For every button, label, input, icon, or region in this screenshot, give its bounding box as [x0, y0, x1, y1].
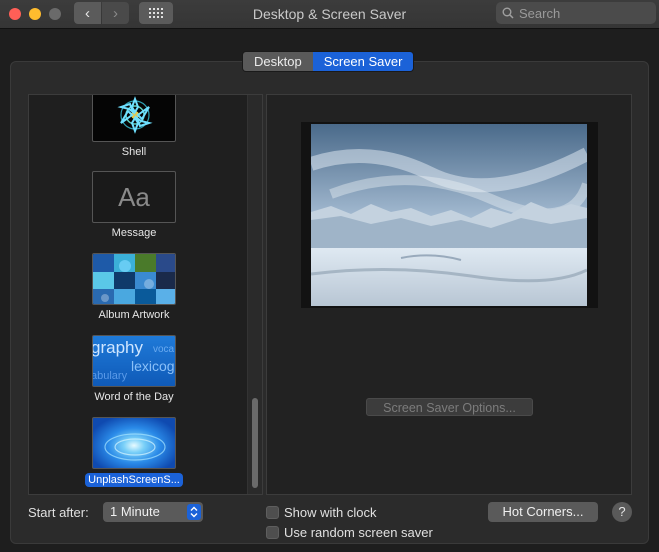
show-clock-label: Show with clock	[284, 505, 377, 520]
word-thumb-text: lexicog	[131, 358, 175, 374]
unsplash-thumbnail	[92, 417, 176, 469]
saver-label: Album Artwork	[98, 309, 170, 321]
message-thumbnail: Aa	[92, 171, 176, 223]
saver-label: Shell	[121, 146, 147, 158]
screen-saver-options-button[interactable]: Screen Saver Options...	[366, 398, 533, 416]
start-after-value: 1 Minute	[110, 504, 160, 519]
start-after-select[interactable]: 1 Minute	[103, 502, 203, 522]
saver-label: Message	[111, 227, 157, 239]
list-item-word-of-the-day[interactable]: graphy voca lexicog abulary Word of the …	[91, 335, 177, 403]
screen-saver-list[interactable]: Shell Aa Message Album Artwork graphy vo…	[28, 94, 263, 495]
message-thumb-text: Aa	[118, 181, 150, 212]
random-saver-checkbox[interactable]	[266, 526, 279, 539]
updown-arrows-icon	[187, 504, 201, 520]
album-artwork-thumbnail	[92, 253, 176, 305]
saver-label: Word of the Day	[94, 391, 174, 403]
tab-desktop[interactable]: Desktop	[243, 52, 313, 71]
hot-corners-button[interactable]: Hot Corners...	[488, 502, 598, 522]
show-clock-row[interactable]: Show with clock	[266, 505, 376, 520]
word-of-the-day-thumbnail: graphy voca lexicog abulary	[92, 335, 176, 387]
show-clock-checkbox[interactable]	[266, 506, 279, 519]
random-saver-label: Use random screen saver	[284, 525, 433, 540]
list-item-shell[interactable]: Shell	[91, 95, 177, 158]
list-item-album-artwork[interactable]: Album Artwork	[91, 253, 177, 321]
list-item-message[interactable]: Aa Message	[91, 171, 177, 239]
tab-screen-saver[interactable]: Screen Saver	[312, 52, 414, 71]
shell-thumbnail	[92, 95, 176, 142]
search-icon	[502, 7, 514, 19]
search-placeholder: Search	[519, 5, 561, 21]
preview-frame	[301, 122, 598, 308]
help-button[interactable]: ?	[612, 502, 632, 522]
search-field[interactable]: Search	[496, 2, 656, 24]
title-bar: ‹ › Desktop & Screen Saver Search	[0, 0, 659, 29]
random-saver-row[interactable]: Use random screen saver	[266, 525, 433, 540]
start-after-label: Start after:	[28, 505, 89, 520]
list-item-unsplash[interactable]: UnplashScreenS...	[81, 417, 187, 492]
word-thumb-text: abulary	[92, 370, 128, 382]
preview-image	[311, 124, 587, 306]
tab-switcher: Desktop Screen Saver	[242, 51, 415, 72]
list-scrollbar[interactable]	[247, 95, 262, 494]
word-thumb-text: graphy	[92, 338, 143, 357]
saver-label: UnplashScreenS...	[85, 473, 183, 487]
word-thumb-text: voca	[153, 344, 175, 355]
scrollbar-thumb[interactable]	[252, 398, 258, 488]
